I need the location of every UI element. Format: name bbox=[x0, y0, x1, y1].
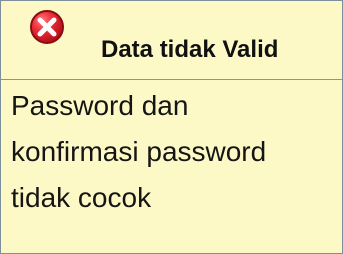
error-message: Password dan konfirmasi password tidak c… bbox=[11, 90, 267, 213]
error-x-icon bbox=[30, 10, 64, 44]
error-dialog: Data tidak Valid Password dan konfirmasi… bbox=[0, 0, 343, 254]
dialog-title: Data tidak Valid bbox=[101, 36, 279, 63]
dialog-header: Data tidak Valid bbox=[1, 1, 342, 80]
